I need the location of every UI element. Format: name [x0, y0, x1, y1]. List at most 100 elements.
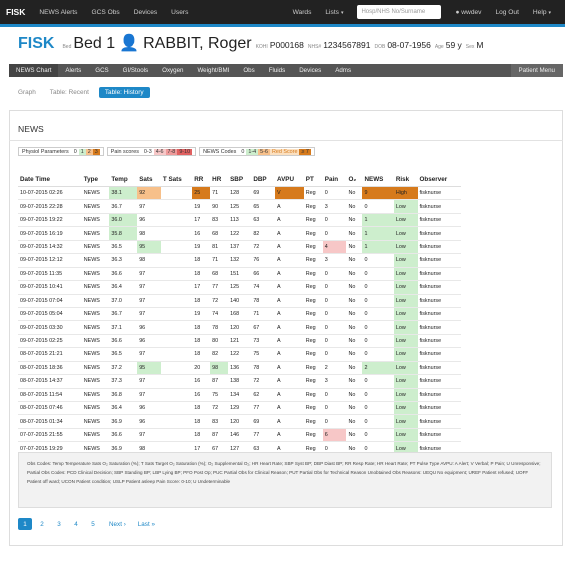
patient-menu-button[interactable]: Patient Menu: [510, 64, 563, 77]
chevron-down-icon: ▾: [340, 9, 344, 16]
page-2[interactable]: 2: [35, 518, 49, 530]
table-cell: 65: [251, 199, 275, 214]
nav-users[interactable]: Users: [171, 9, 188, 16]
table-cell: Reg: [303, 280, 323, 295]
col-t-sats: T Sats: [160, 172, 193, 187]
page-1[interactable]: 1: [18, 518, 32, 530]
subnav-fluids[interactable]: Fluids: [262, 64, 293, 77]
table-cell: 36.7: [109, 199, 138, 214]
table-cell: 97: [137, 347, 161, 362]
table-cell: [160, 226, 193, 241]
table-cell: [160, 240, 193, 255]
table-row: 09-07-2015 19:22 NEWS 36.0 96 17 83 113 63 A Reg 0…: [18, 213, 461, 228]
table-cell: 08-07-2015 11:54: [18, 388, 82, 403]
subnav-gcs[interactable]: GCS: [88, 64, 115, 77]
table-cell: 18: [192, 253, 211, 268]
tab-table-recent[interactable]: Table: Recent: [50, 89, 89, 96]
table-cell: 0: [322, 401, 347, 416]
table-cell: 95: [137, 361, 161, 376]
table-cell: A: [274, 388, 304, 403]
logout-link[interactable]: Log Out: [495, 9, 518, 16]
subnav-devices[interactable]: Devices: [292, 64, 328, 77]
nav-devices[interactable]: Devices: [134, 9, 157, 16]
table-cell: [160, 280, 193, 295]
table-cell: No: [346, 347, 363, 362]
subnav-gi-stools[interactable]: GI/Stools: [116, 64, 155, 77]
table-cell: 1: [362, 213, 394, 228]
nav-news-alerts[interactable]: NEWS Alerts: [39, 9, 77, 16]
table-cell: NEWS: [81, 186, 110, 201]
page-3[interactable]: 3: [52, 518, 66, 530]
subnav-oxygen[interactable]: Oxygen: [155, 64, 190, 77]
table-cell: 97: [137, 199, 161, 214]
table-cell: No: [346, 428, 363, 443]
last-page-link[interactable]: Last »: [138, 521, 155, 528]
table-cell: 19: [192, 240, 211, 255]
next-page-link[interactable]: Next ›: [109, 521, 126, 528]
nav-gcs-obs[interactable]: GCS Obs: [91, 9, 119, 16]
tab-table-history[interactable]: Table: History: [98, 87, 150, 98]
table-row: 09-07-2015 22:28 NEWS 36.7 97 19 90 125 65 A Reg 3…: [18, 199, 461, 214]
table-cell: [160, 307, 193, 322]
nav-lists[interactable]: Lists ▾: [325, 9, 343, 16]
table-cell: fisknurse: [417, 186, 461, 201]
table-cell: 82: [210, 347, 229, 362]
table-cell: 0: [362, 294, 394, 308]
table-cell: fisknurse: [417, 267, 461, 282]
table-cell: [160, 267, 193, 282]
table-cell: No: [346, 307, 363, 322]
table-cell: 0: [322, 320, 347, 335]
table-cell: No: [346, 374, 363, 389]
legend-physiol-label: Physiol Parameters: [22, 148, 69, 155]
subnav-adms[interactable]: Adms: [328, 64, 358, 77]
table-cell: 36.3: [109, 253, 138, 268]
page-5[interactable]: 5: [86, 518, 100, 530]
table-cell: 0: [322, 213, 347, 228]
table-cell: [160, 401, 193, 416]
page-4[interactable]: 4: [69, 518, 83, 530]
app-brand[interactable]: FISK: [6, 7, 25, 17]
table-cell: Reg: [303, 240, 323, 255]
table-cell: [160, 428, 193, 443]
table-cell: 25: [192, 186, 211, 201]
table-cell: NEWS: [81, 361, 110, 376]
tab-graph[interactable]: Graph: [18, 89, 36, 96]
table-cell: 35.8: [109, 226, 138, 241]
subnav-obs[interactable]: Obs: [236, 64, 261, 77]
table-cell: 0: [362, 199, 394, 214]
user-menu[interactable]: ● wwdev: [455, 9, 481, 16]
col-news: NEWS: [362, 172, 394, 187]
table-cell: 128: [228, 186, 252, 201]
table-cell: 122: [228, 347, 252, 362]
table-cell: No: [346, 226, 363, 241]
table-cell: A: [274, 361, 304, 376]
legend-physiol: Physiol Parameters 0 1 2 3: [18, 147, 104, 156]
legend-pain-0-3: 0-3: [143, 148, 152, 155]
patient-search-input[interactable]: Hosp/NHS No/Surname: [357, 5, 442, 19]
table-cell: 97: [137, 280, 161, 295]
table-cell: 120: [228, 414, 252, 429]
table-cell: 3: [322, 374, 347, 389]
table-row: 08-07-2015 11:54 NEWS 36.8 97 16 75 134 62 A Reg 0…: [18, 388, 461, 403]
subnav-news-chart[interactable]: NEWS Chart: [9, 64, 59, 77]
table-cell: 71: [251, 307, 275, 322]
table-cell: 37.3: [109, 374, 138, 389]
table-cell: fisknurse: [417, 374, 461, 389]
table-cell: 0: [322, 267, 347, 282]
legend-physiol-3: 3: [92, 148, 100, 155]
table-cell: 18: [192, 267, 211, 282]
table-cell: 08-07-2015 18:36: [18, 361, 82, 376]
table-cell: NEWS: [81, 267, 110, 282]
table-cell: 18: [192, 347, 211, 362]
table-cell: NEWS: [81, 320, 110, 335]
table-cell: No: [346, 186, 363, 201]
dob-label: DOB: [374, 44, 386, 50]
table-cell: Reg: [303, 226, 323, 241]
subnav-alerts[interactable]: Alerts: [58, 64, 88, 77]
table-cell: 36.6: [109, 428, 138, 443]
nav-wards[interactable]: Wards: [293, 9, 312, 16]
nav-lists-label: Lists: [325, 8, 339, 16]
help-menu[interactable]: Help ▾: [533, 9, 551, 16]
table-cell: fisknurse: [417, 347, 461, 362]
subnav-weight-bmi[interactable]: Weight/BMI: [190, 64, 236, 77]
